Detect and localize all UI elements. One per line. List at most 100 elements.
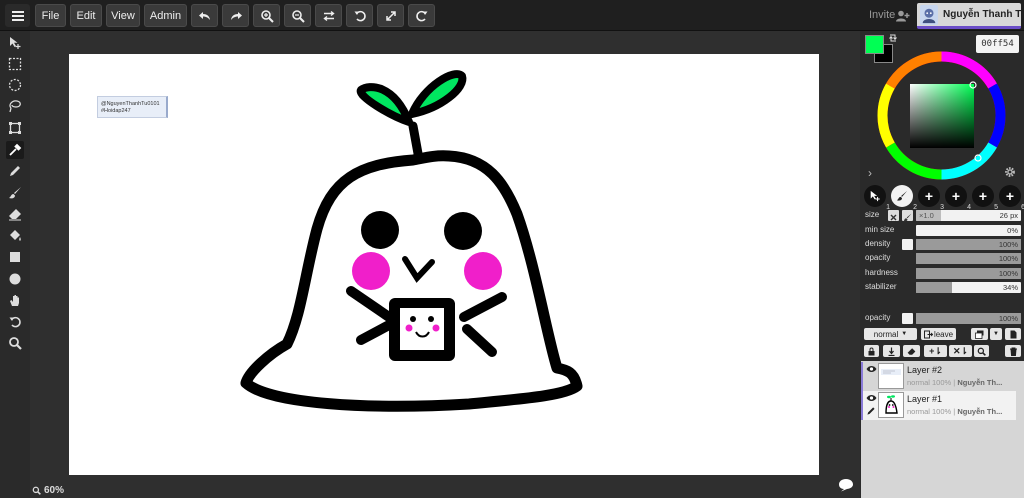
add-user-icon[interactable]	[896, 10, 910, 22]
brush-icon	[903, 213, 912, 222]
new-page-icon	[1010, 330, 1016, 338]
hand-tool[interactable]	[6, 291, 24, 309]
lock-layer-button[interactable]	[864, 345, 879, 357]
brush-slot-3[interactable]: +3	[918, 185, 944, 211]
flip-view-button[interactable]	[315, 4, 342, 27]
brush-slot-2[interactable]: 2	[891, 185, 917, 211]
layer-thumbnail	[878, 392, 904, 418]
opacity-slider[interactable]: 100%	[916, 253, 1021, 264]
blend-mode-select[interactable]: normal ▼	[864, 328, 917, 340]
brush-tool[interactable]	[6, 184, 24, 202]
layer-opacity-label: opacity	[865, 313, 891, 322]
hardness-slider[interactable]: 100%	[916, 268, 1021, 279]
chevron-right-icon[interactable]: ›	[868, 166, 872, 180]
file-menu-button[interactable]: File	[35, 4, 66, 27]
layers-icon	[975, 330, 984, 339]
eye-icon[interactable]	[866, 365, 877, 373]
plus-icon: +	[924, 188, 934, 204]
hamburger-icon[interactable]	[5, 4, 30, 27]
zoom-tool[interactable]	[6, 334, 24, 352]
rotate-tool[interactable]	[6, 313, 24, 331]
rotate-right-button[interactable]	[408, 4, 435, 27]
density-slider[interactable]: 100%	[916, 239, 1021, 250]
color-wheel[interactable]	[877, 51, 1006, 180]
app-window: File Edit View Admin Invite Nguyễn Thanh…	[0, 0, 1024, 498]
move-tool[interactable]	[6, 34, 24, 52]
close-icon	[890, 214, 897, 221]
zoom-out-icon	[291, 9, 305, 23]
brush-slot-6[interactable]: +6	[999, 185, 1024, 211]
lasso-tool[interactable]	[6, 97, 24, 115]
brush-icon	[896, 190, 908, 201]
layer-item[interactable]: Layer #1 normal 100% | Nguyễn Th...	[861, 391, 1016, 420]
zoom-in-icon	[260, 9, 274, 23]
layer-mode: normal 100% |	[907, 407, 956, 416]
user-name: Nguyễn Thanh Tú	[943, 9, 1024, 20]
user-badge[interactable]: Nguyễn Thanh Tú	[917, 3, 1024, 29]
zoom-indicator[interactable]: 60%	[32, 485, 64, 496]
swap-colors-icon[interactable]	[888, 33, 898, 43]
stabilizer-slider[interactable]: 34%	[916, 282, 1021, 293]
invite-label[interactable]: Invite	[869, 9, 895, 21]
size-label: size	[865, 210, 880, 219]
leave-button[interactable]: leave	[921, 328, 956, 340]
density-pressure-checkbox[interactable]	[902, 239, 913, 250]
undo-button[interactable]	[191, 4, 218, 27]
expand-icon	[385, 10, 396, 21]
eye-icon[interactable]	[866, 394, 877, 402]
layer-clip-checkbox[interactable]	[902, 313, 913, 324]
chat-icon[interactable]	[838, 478, 854, 492]
gear-icon[interactable]	[1004, 166, 1016, 178]
admin-menu-button[interactable]: Admin	[144, 4, 187, 27]
brush-slot-4[interactable]: +4	[945, 185, 971, 211]
layer-item[interactable]: Layer #2 normal 100% | Nguyễn Th...	[861, 362, 1016, 391]
eraser-icon	[9, 209, 21, 221]
rectangle-tool[interactable]	[6, 248, 24, 266]
magnifier-icon	[32, 486, 41, 495]
plus-icon: +	[978, 188, 988, 204]
new-layer-button[interactable]	[1005, 328, 1021, 340]
min-size-setting: min size 0%	[864, 225, 1021, 236]
opacity-setting: opacity 100%	[864, 253, 1021, 264]
brush-slot-1[interactable]: 1	[864, 185, 890, 211]
tool-sidebar	[0, 31, 30, 498]
ellipse-tool[interactable]	[6, 270, 24, 288]
lasso-icon	[9, 100, 21, 113]
drawing-canvas[interactable]	[69, 54, 819, 475]
zoom-out-button[interactable]	[284, 4, 311, 27]
find-layer-button[interactable]	[974, 345, 989, 357]
transform-tool[interactable]	[6, 119, 24, 137]
redo-button[interactable]	[222, 4, 249, 27]
eyedropper-icon	[9, 143, 22, 156]
fill-tool[interactable]	[6, 227, 24, 245]
fit-view-button[interactable]	[377, 4, 404, 27]
size-slider[interactable]: ×1.0 26 px	[916, 210, 1021, 221]
view-menu-button[interactable]: View	[106, 4, 140, 27]
layer-menu-dropdown[interactable]: ▼	[990, 328, 1002, 340]
ellipse-select-tool[interactable]	[6, 76, 24, 94]
clear-layer-button[interactable]	[903, 345, 920, 357]
rotate-left-icon	[354, 10, 366, 21]
edit-menu-button[interactable]: Edit	[70, 4, 102, 27]
brush-slot-5[interactable]: +5	[972, 185, 998, 211]
eraser-tool[interactable]	[6, 205, 24, 223]
new-layer-group-button[interactable]	[971, 328, 988, 340]
eyedropper-tool[interactable]	[6, 141, 24, 159]
eraser-icon	[907, 347, 916, 355]
text-note[interactable]: @NguyenThanhTu0101 #Hoidap247	[97, 96, 168, 118]
doodle-drawing	[240, 70, 583, 412]
ellipse-select-icon	[8, 78, 22, 92]
pen-tool[interactable]	[6, 162, 24, 180]
merge-down-button[interactable]	[883, 345, 900, 357]
pencil-icon	[10, 166, 20, 176]
size-brush-toggle[interactable]	[902, 210, 913, 222]
zoom-in-button[interactable]	[253, 4, 280, 27]
rect-select-tool[interactable]	[6, 55, 24, 73]
duplicate-layer-button[interactable]: +⇂	[924, 345, 947, 357]
min-size-slider[interactable]: 0%	[916, 225, 1021, 236]
layer-opacity-slider[interactable]: 100%	[916, 313, 1021, 324]
size-pressure-toggle[interactable]	[888, 210, 899, 221]
delete-layer-button[interactable]	[1005, 345, 1021, 357]
rotate-left-button[interactable]	[346, 4, 373, 27]
delete-merge-button[interactable]: ✕⇂	[949, 345, 972, 357]
